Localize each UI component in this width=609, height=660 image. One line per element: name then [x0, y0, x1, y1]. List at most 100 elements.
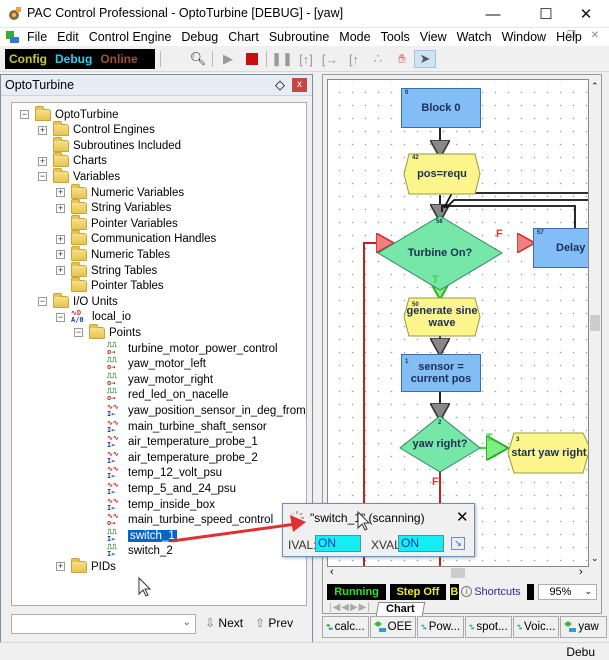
block-56[interactable]: 56 Turbine On?	[378, 216, 502, 290]
step-into-button[interactable]: [→	[320, 50, 340, 68]
tree-item[interactable]: Pointer Tables	[56, 277, 164, 294]
block-1[interactable]: 1 sensor = current pos	[401, 354, 481, 392]
popup-close-button[interactable]: ✕	[456, 508, 469, 526]
tree-item[interactable]: + Numeric Tables	[56, 245, 170, 262]
tree-item[interactable]: − ∿D A/0 local_io	[56, 310, 131, 325]
chart-window-tab[interactable]: Pow...	[417, 616, 465, 638]
tree-item[interactable]: ⎍⎍ I← switch_2	[92, 544, 173, 559]
strategy-tree[interactable]: − OptoTurbine + Control Engines Subroutines …	[11, 102, 307, 606]
mode-config-button[interactable]: Config	[5, 52, 51, 66]
vertical-scrollbar[interactable]: ⌃ ⌄	[589, 79, 601, 567]
tree-item[interactable]: ∿∿ I← air_temperature_probe_2	[92, 450, 258, 465]
tree-item[interactable]: ⎍⎍ I← switch_1	[92, 528, 177, 543]
tree-item[interactable]: ∿∿ I← temp_5_and_24_psu	[92, 481, 236, 496]
tree-item[interactable]: ⎍⎍ o→ turbine_motor_power_control	[92, 341, 278, 356]
ival-field[interactable]: ON	[315, 535, 361, 552]
run-button[interactable]: ▶	[218, 50, 238, 68]
tree-item[interactable]: ⎍⎍ o→ yaw_motor_left	[92, 357, 206, 372]
block-50[interactable]: 50 generate sine wave	[404, 298, 480, 336]
collapse-icon[interactable]: −	[38, 172, 47, 182]
tree-item[interactable]: ∿∿ o→ main_turbine_speed_control	[92, 513, 273, 528]
tree-item[interactable]: + String Variables	[56, 199, 171, 216]
pane-close-button[interactable]: x	[292, 78, 307, 92]
chart-window-tab[interactable]: OEE	[369, 616, 417, 638]
close-button[interactable]: ✕	[563, 0, 609, 28]
step-over-button[interactable]: [↑]	[296, 50, 316, 68]
menu-tools[interactable]: Tools	[376, 29, 415, 45]
breakpoint-button[interactable]: ∴	[368, 50, 388, 68]
menu-view[interactable]: View	[415, 29, 452, 45]
flowchart-canvas[interactable]: 0 Block 0 42 pos=requ 56 Turbine On? 57 Dela…	[327, 79, 589, 567]
expand-icon[interactable]: +	[56, 562, 65, 572]
block-42[interactable]: 42 pos=requ	[404, 154, 480, 194]
expand-icon[interactable]: +	[56, 203, 65, 213]
collapse-icon[interactable]: −	[74, 328, 83, 338]
block-2[interactable]: 2 yaw right?	[400, 416, 480, 472]
block-0[interactable]: 0 Block 0	[401, 88, 481, 128]
expand-icon[interactable]: +	[38, 156, 47, 166]
tree-item[interactable]: + Communication Handles	[56, 230, 216, 247]
menu-subroutine[interactable]: Subroutine	[264, 29, 334, 45]
tree-item[interactable]: − I/O Units	[38, 292, 118, 309]
scroll-down-icon[interactable]: ⌄	[591, 553, 599, 564]
chart-window-tab[interactable]: calc...	[322, 616, 369, 638]
tree-item[interactable]: ⎍⎍ o→ red_led_on_nacelle	[92, 388, 228, 403]
tree-item[interactable]: + String Tables	[56, 261, 157, 278]
scroll-up-icon[interactable]: ⌃	[591, 81, 599, 92]
mode-debug-button[interactable]: Debug	[51, 52, 96, 66]
collapse-icon[interactable]: −	[20, 110, 29, 119]
mode-online-button[interactable]: Online	[96, 52, 141, 66]
expand-icon[interactable]: +	[56, 188, 65, 197]
scroll-right-icon[interactable]: ›	[579, 566, 583, 578]
tree-item[interactable]: ∿∿ I← main_turbine_shaft_sensor	[92, 419, 267, 434]
tab-chart[interactable]: Chart	[375, 602, 425, 616]
tree-item[interactable]: − Points	[74, 323, 141, 340]
block-3[interactable]: 3 start yaw right	[508, 433, 588, 473]
step-out-button[interactable]: [↑	[344, 50, 364, 68]
xval-field[interactable]: ON	[398, 535, 444, 552]
chevron-down-icon[interactable]: ⌄	[183, 617, 191, 628]
menu-mode[interactable]: Mode	[334, 29, 375, 45]
tree-item[interactable]: ∿∿I← yaw_position_sensor_in_deg_from_nort…	[92, 403, 306, 418]
pin-icon[interactable]: ◇	[275, 77, 285, 93]
collapse-icon[interactable]: −	[38, 297, 47, 307]
scroll-thumb[interactable]	[590, 315, 600, 331]
pointer-button[interactable]: ➤	[414, 50, 436, 68]
chart-window-tab[interactable]: spot...	[465, 616, 512, 638]
block-57[interactable]: 57 Delay	[533, 228, 588, 268]
chart-window-tab[interactable]: Voic...	[512, 616, 560, 638]
tree-item[interactable]: ∿∿ I← temp_12_volt_psu	[92, 466, 222, 481]
tree-item[interactable]: ∿∿ I← temp_inside_box	[92, 497, 215, 512]
tree-item[interactable]: + PIDs	[56, 557, 116, 574]
menu-watch[interactable]: Watch	[452, 29, 497, 45]
collapse-icon[interactable]: −	[56, 312, 65, 322]
menu-control-engine[interactable]: Control Engine	[84, 29, 177, 45]
find-button[interactable]: 🔍︎	[188, 50, 208, 68]
menu-file[interactable]: File	[22, 29, 52, 45]
chart-window-tab[interactable]: yaw	[560, 616, 608, 638]
stop-button[interactable]	[242, 50, 262, 68]
mdi-window-controls[interactable]: _ ❐ ✕	[538, 30, 605, 41]
scroll-thumb[interactable]	[451, 568, 465, 578]
tab-navigation-icons[interactable]: |◀◀▶▶|	[329, 602, 371, 613]
tree-item[interactable]: ∿∿ I← air_temperature_probe_1	[92, 435, 258, 450]
hand-button[interactable]: ✋︎	[392, 50, 412, 68]
tree-item[interactable]: + Numeric Variables	[56, 183, 184, 200]
shortcuts-link[interactable]: i Shortcuts	[459, 585, 523, 598]
tree-item[interactable]: ⎍⎍ o→ yaw_motor_right	[92, 372, 213, 387]
next-button[interactable]: ⇩ Next	[205, 616, 243, 630]
tree-item[interactable]: − OptoTurbine	[20, 105, 119, 122]
scroll-left-icon[interactable]: ‹	[330, 566, 334, 578]
minimize-button[interactable]: —	[470, 0, 516, 28]
pause-button[interactable]: ❚❚	[271, 50, 293, 68]
menu-debug[interactable]: Debug	[176, 29, 223, 45]
expand-icon[interactable]: +	[56, 266, 65, 275]
tree-item[interactable]: + Control Engines	[38, 121, 155, 138]
tree-item[interactable]: Subroutines Included	[38, 136, 181, 153]
horizontal-scrollbar[interactable]: ‹ ›	[327, 566, 589, 579]
tree-item[interactable]: + Charts	[38, 152, 107, 169]
expand-inspector-button[interactable]: ↘	[451, 537, 465, 550]
menu-chart[interactable]: Chart	[223, 29, 264, 45]
find-combobox[interactable]: ⌄	[11, 614, 196, 634]
zoom-select[interactable]: 95% ⌄	[538, 583, 598, 600]
